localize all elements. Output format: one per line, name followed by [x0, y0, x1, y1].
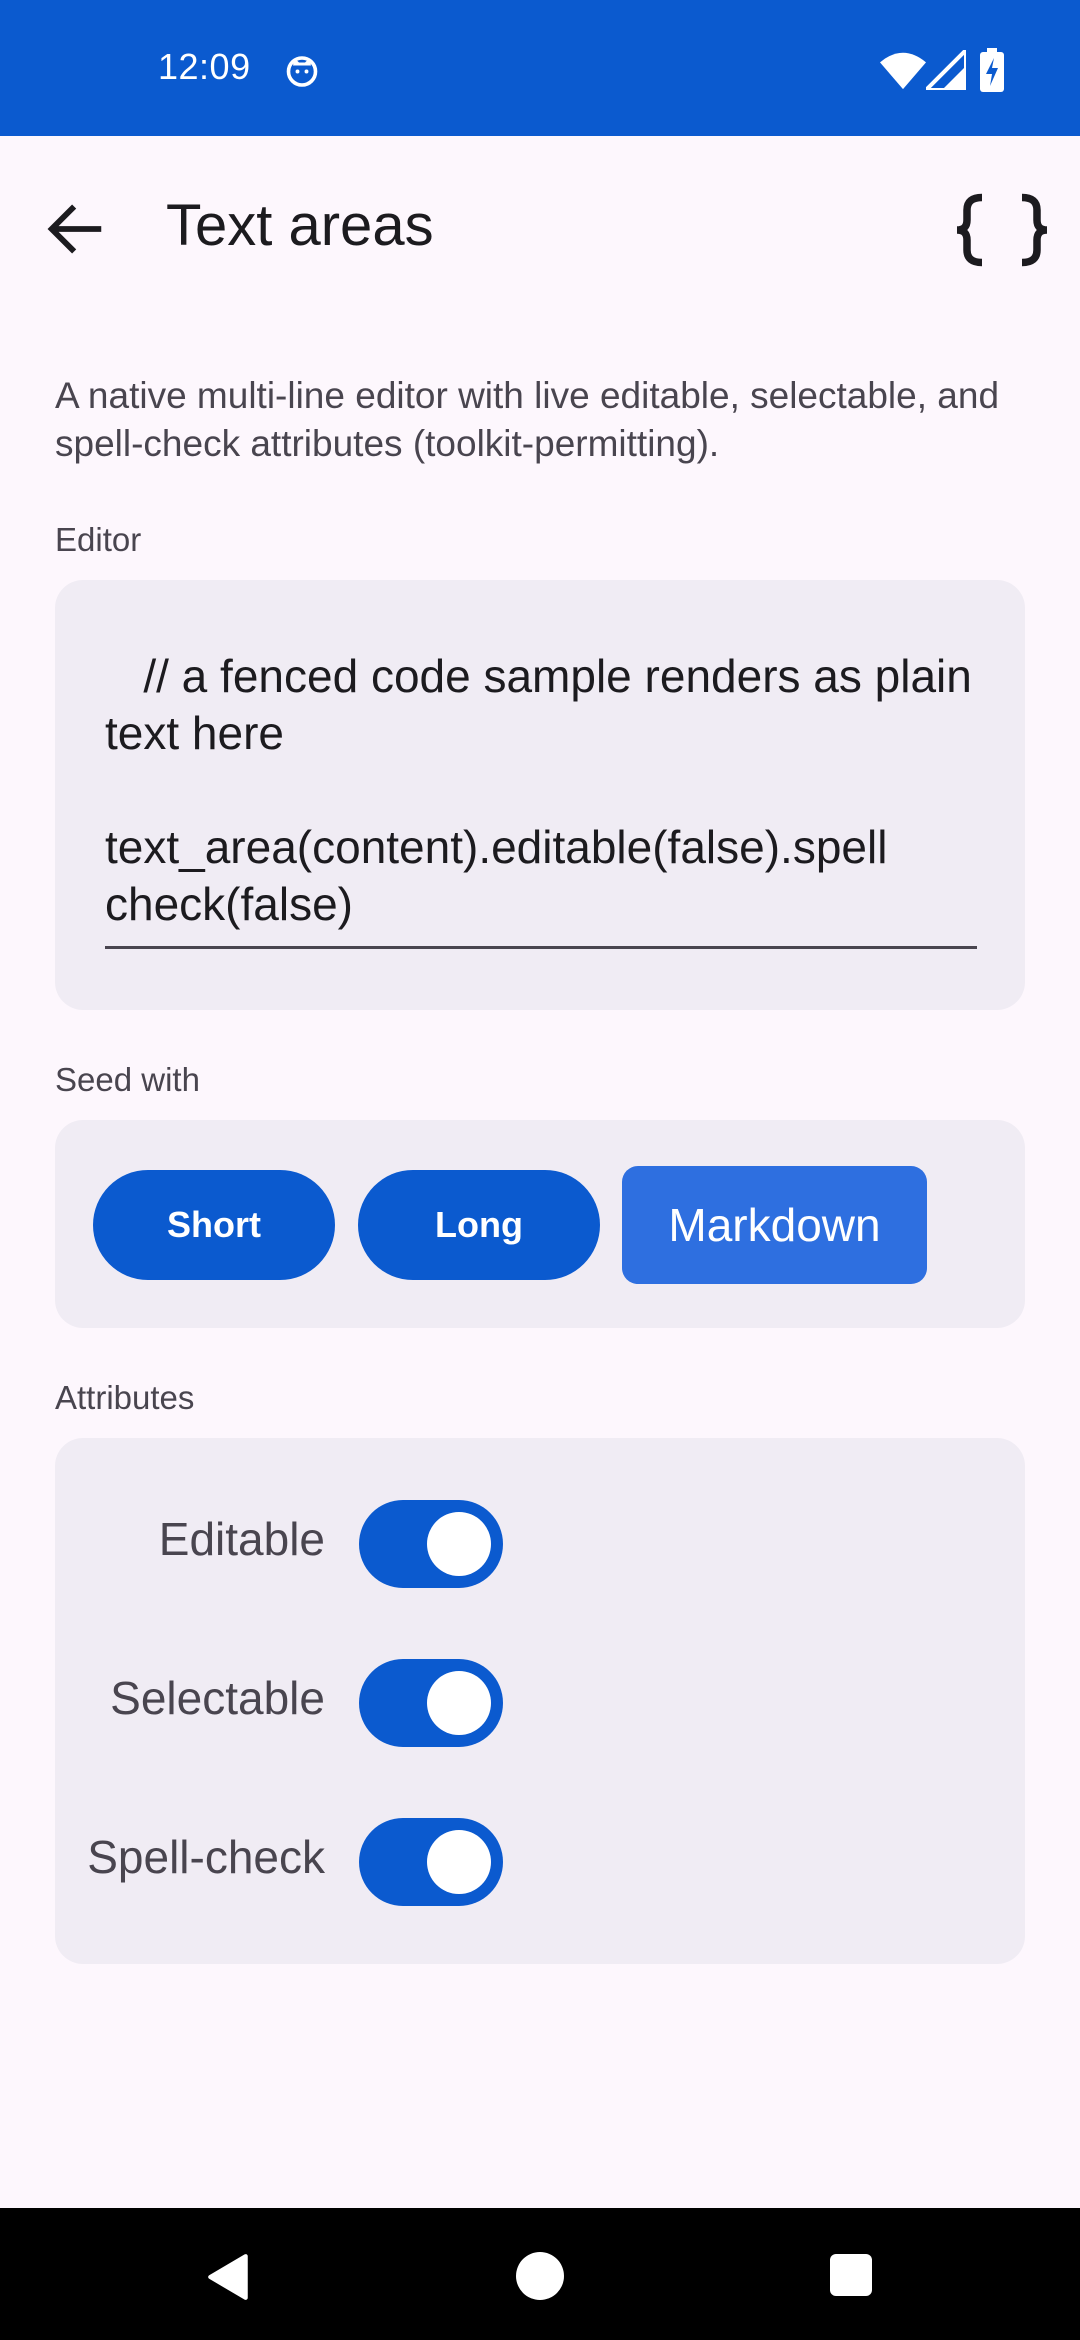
editable-label: Editable [158, 1513, 325, 1565]
attribute-row-spell-check: Spell-check [55, 1816, 1025, 1906]
attribute-row-editable: Editable [55, 1498, 1025, 1588]
seed-markdown-button[interactable]: Markdown [622, 1166, 927, 1284]
arrow-back-icon[interactable] [40, 194, 110, 264]
notification-cat-icon [286, 56, 318, 87]
system-navigation-bar [0, 2208, 1080, 2340]
top-app-bar: Text areas [0, 136, 1080, 316]
editable-switch[interactable] [359, 1500, 503, 1588]
seed-long-button[interactable]: Long [358, 1170, 600, 1280]
seed-short-button[interactable]: Short [93, 1170, 335, 1280]
attributes-label: Attributes [55, 1379, 195, 1416]
selectable-label: Selectable [110, 1672, 325, 1724]
switch-thumb [427, 1830, 491, 1894]
nav-back-icon[interactable] [204, 2252, 254, 2302]
editor-label: Editor [55, 521, 142, 558]
nav-home-icon[interactable] [516, 2252, 564, 2300]
battery-charging-icon [980, 48, 1004, 92]
status-time: 12:09 [158, 46, 251, 87]
wifi-icon [880, 52, 926, 90]
switch-thumb [427, 1512, 491, 1576]
code-braces-icon[interactable] [952, 190, 1052, 270]
selectable-switch[interactable] [359, 1659, 503, 1747]
description-text: A native multi-line editor with live edi… [55, 375, 1000, 464]
attributes-card: Editable Selectable Spell-check [55, 1438, 1025, 1964]
nav-recents-icon[interactable] [830, 2254, 872, 2296]
editor-underline [105, 946, 977, 949]
spell-check-switch[interactable] [359, 1818, 503, 1906]
seed-card: Short Long Markdown [55, 1120, 1025, 1328]
editor-card: // a fenced code sample renders as plain… [55, 580, 1025, 1010]
spell-check-label: Spell-check [87, 1831, 325, 1883]
page-title: Text areas [166, 193, 434, 258]
switch-thumb [427, 1671, 491, 1735]
text-area-editor[interactable]: // a fenced code sample renders as plain… [105, 648, 985, 933]
seed-label: Seed with [55, 1061, 200, 1098]
attribute-row-selectable: Selectable [55, 1657, 1025, 1747]
status-bar: 12:09 [0, 0, 1080, 136]
cellular-signal-icon [926, 50, 966, 90]
